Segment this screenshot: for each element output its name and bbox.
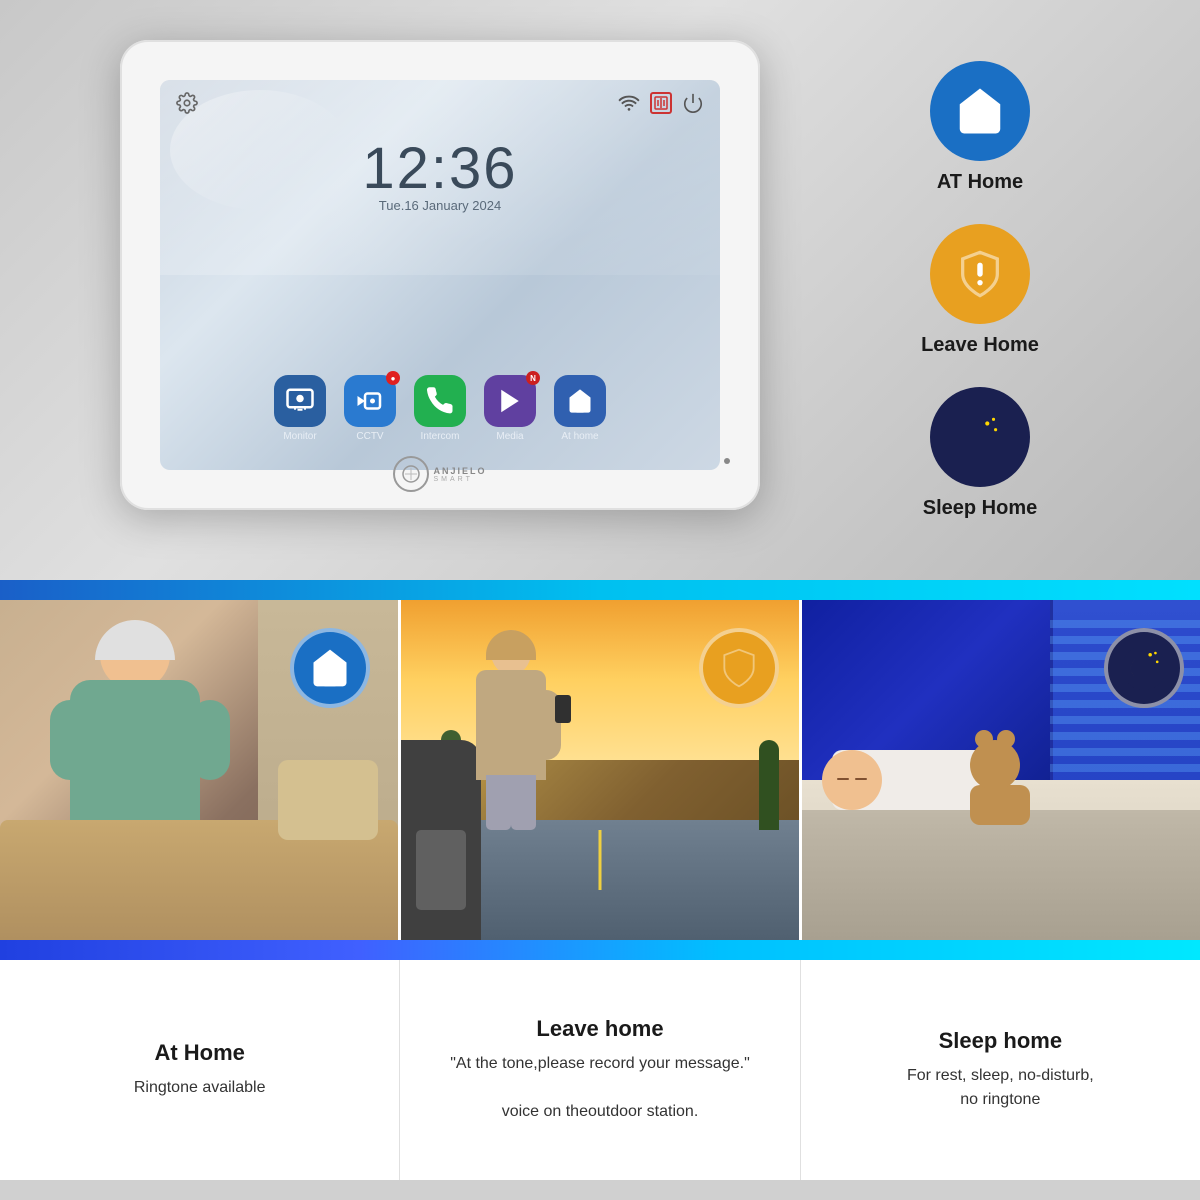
photo-icon-leavehome — [699, 628, 779, 708]
bottom-desc-athome: Ringtone available — [134, 1076, 266, 1100]
mode-item-leavehome: Leave Home — [921, 224, 1039, 357]
bottom-col-sleephome: Sleep home For rest, sleep, no-disturb, … — [801, 960, 1200, 1180]
bottom-title-leavehome: Leave home — [536, 1016, 663, 1042]
app-row: Monitor ● CCTV — [160, 375, 720, 442]
photo-cell-sleep — [799, 600, 1200, 940]
power-icon[interactable] — [682, 92, 704, 114]
app-icon-athome[interactable]: At home — [554, 375, 606, 442]
brand-name: ANJIELO — [433, 466, 486, 476]
device-wrapper: 12:36 Tue.16 January 2024 — [120, 40, 780, 540]
photo-cell-athome — [0, 600, 398, 940]
bottom-col-leavehome: Leave home "At the tone,please record yo… — [400, 960, 800, 1180]
app-icon-cctv[interactable]: ● CCTV — [344, 375, 396, 442]
bottom-col-athome: At Home Ringtone available — [0, 960, 400, 1180]
screen-topbar — [176, 92, 704, 114]
mode-item-sleephome: Sleep Home — [923, 387, 1037, 520]
media-badge: N — [526, 371, 540, 385]
bottom-desc-leavehome: "At the tone,please record your message.… — [450, 1052, 750, 1124]
photo-icon-athome — [290, 628, 370, 708]
clock-time: 12:36 — [160, 135, 720, 202]
mode-label-athome: AT Home — [937, 171, 1023, 194]
app-icon-media[interactable]: N Media — [484, 375, 536, 442]
divider-band-bottom — [0, 940, 1200, 960]
app-icon-monitor[interactable]: Monitor — [274, 375, 326, 442]
device-brand: ANJIELO SMART — [120, 456, 760, 492]
photos-section — [0, 600, 1200, 940]
right-icons — [618, 92, 704, 114]
divider-band-top — [0, 580, 1200, 600]
bottom-section: At Home Ringtone available Leave home "A… — [0, 960, 1200, 1180]
dot-indicator — [724, 458, 730, 464]
bottom-title-sleephome: Sleep home — [939, 1028, 1062, 1054]
bottom-title-athome: At Home — [154, 1040, 244, 1066]
mode-circle-sleephome[interactable] — [930, 387, 1030, 487]
device-frame: 12:36 Tue.16 January 2024 — [120, 40, 760, 510]
record-icon — [650, 92, 672, 114]
clock-date: Tue.16 January 2024 — [160, 198, 720, 213]
mode-circle-athome[interactable] — [930, 61, 1030, 161]
right-panel: AT Home Leave Home — [820, 40, 1140, 540]
top-section: 12:36 Tue.16 January 2024 — [0, 0, 1200, 580]
mode-label-sleephome: Sleep Home — [923, 497, 1037, 520]
screen-clock: 12:36 Tue.16 January 2024 — [160, 135, 720, 213]
photo-icon-sleep — [1104, 628, 1184, 708]
mode-item-athome: AT Home — [930, 61, 1030, 194]
wifi-icon — [618, 94, 640, 112]
photo-cell-leavehome — [398, 600, 799, 940]
device-screen: 12:36 Tue.16 January 2024 — [160, 80, 720, 470]
mode-circle-leavehome[interactable] — [930, 224, 1030, 324]
cctv-badge: ● — [386, 371, 400, 385]
app-icon-intercom[interactable]: Intercom — [414, 375, 466, 442]
mode-label-leavehome: Leave Home — [921, 334, 1039, 357]
bottom-desc-sleephome: For rest, sleep, no-disturb, no ringtone — [907, 1064, 1094, 1112]
gear-icon[interactable] — [176, 92, 198, 114]
